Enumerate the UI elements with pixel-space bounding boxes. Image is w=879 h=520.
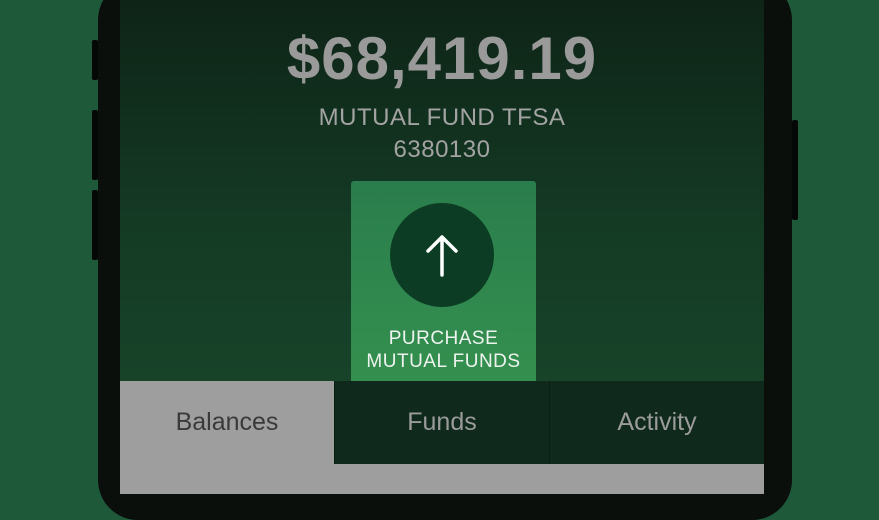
purchase-icon-circle [390, 203, 494, 307]
purchase-mutual-funds-button[interactable]: PURCHASE MUTUAL FUNDS [351, 181, 536, 391]
tab-balances[interactable]: Balances [120, 381, 334, 464]
phone-side-button [792, 120, 798, 220]
arrow-up-icon [426, 235, 458, 277]
purchase-label-line2: MUTUAL FUNDS [366, 351, 521, 372]
phone-side-button [92, 110, 98, 180]
account-number: 6380130 [393, 136, 491, 163]
balances-content [120, 464, 764, 494]
account-name: MUTUAL FUND TFSA [318, 104, 566, 131]
phone-side-button [92, 40, 98, 80]
tab-activity[interactable]: Activity [549, 381, 764, 464]
phone-side-button [92, 190, 98, 260]
tab-funds[interactable]: Funds [334, 381, 549, 464]
account-tabs: Balances Funds Activity [120, 381, 764, 464]
purchase-label: PURCHASE MUTUAL FUNDS [351, 327, 536, 373]
purchase-label-line1: PURCHASE [388, 328, 499, 349]
app-screen: $68,419.19 MUTUAL FUND TFSA 6380130 PURC… [120, 0, 764, 494]
account-balance: $68,419.19 [286, 25, 598, 92]
